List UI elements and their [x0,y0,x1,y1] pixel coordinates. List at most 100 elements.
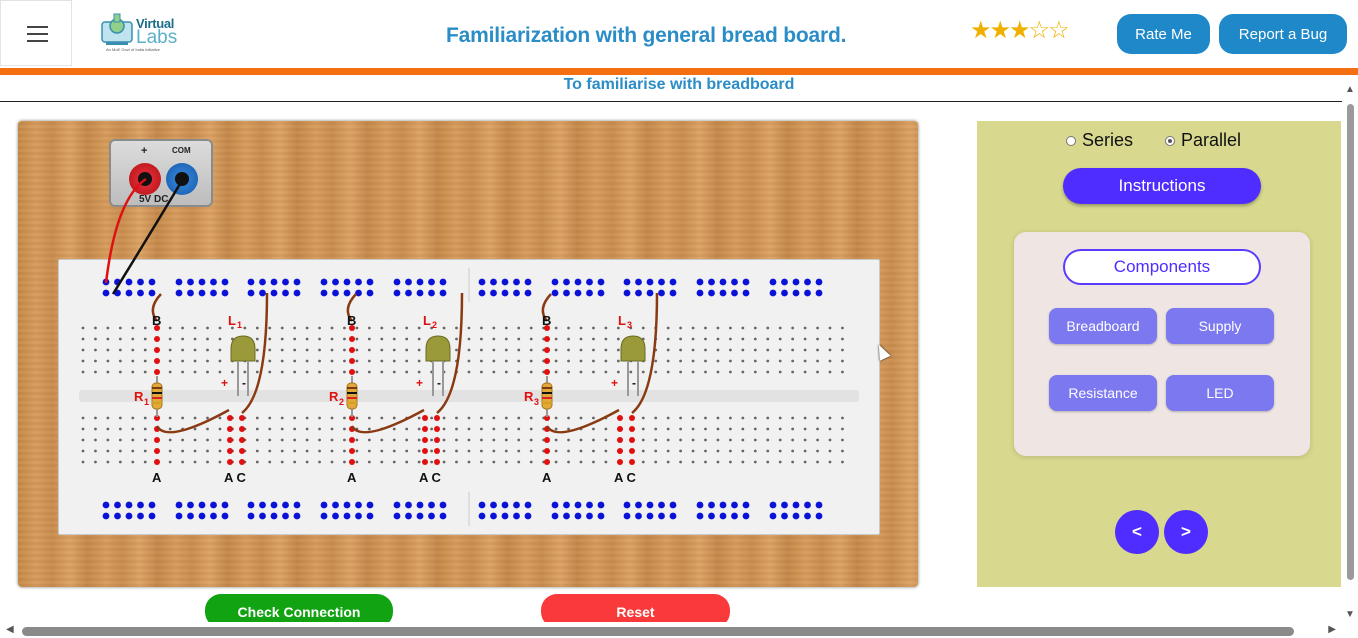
rail-hole [366,278,374,286]
logo-tagline: An MoE Govt of India Initiative [106,47,160,52]
series-radio[interactable] [1066,135,1076,146]
strip-hole [704,359,707,363]
strip-hole [778,370,782,374]
strip-hole [255,359,259,363]
strip-hole [343,359,346,363]
strip-hole [592,370,595,374]
strip-hole [467,449,471,453]
active-hole [544,448,550,454]
active-hole [349,369,355,375]
parallel-radio[interactable] [1165,135,1175,146]
strip-hole [392,438,396,442]
rate-me-button[interactable]: Rate Me [1117,14,1210,54]
strip-hole [766,449,770,453]
star-filled-icon[interactable]: ★ [990,17,1011,44]
strip-hole [417,348,421,352]
breadboard-workspace[interactable]: + COM 5V DC B L 1 + - R 1 A A C B L 2 + - R 2 A A C B L 3 + - R… [18,121,918,587]
strip-hole [305,427,309,431]
horizontal-scroll-thumb[interactable] [22,627,1294,636]
strip-hole [504,348,508,352]
circuit-layer[interactable] [18,121,918,587]
strip-hole [206,460,209,464]
rail-hole [221,512,229,520]
next-button[interactable]: > [1164,510,1208,554]
strip-hole [841,326,844,330]
rail-hole [490,512,497,520]
star-filled-icon[interactable]: ★ [1009,17,1030,44]
strip-hole [741,326,745,330]
rail-hole [781,289,788,297]
rail-hole [646,512,654,520]
rail-hole [332,501,339,509]
strip-hole [206,326,209,330]
rail-hole [148,501,156,509]
vertical-scroll-thumb[interactable] [1347,104,1354,580]
strip-hole [691,359,695,363]
strip-hole [592,416,595,420]
rail-hole [815,512,823,520]
strip-hole [691,348,695,352]
rail-hole [742,501,750,509]
report-bug-button[interactable]: Report a Bug [1219,14,1347,54]
strip-hole [467,416,471,420]
strip-hole [529,337,533,341]
scroll-down-icon[interactable]: ▼ [1345,609,1355,620]
previous-button[interactable]: < [1115,510,1159,554]
rail-hole [658,289,665,297]
strip-hole [392,337,396,341]
strip-hole [803,427,807,431]
strip-hole [181,460,185,464]
active-hole [617,459,623,465]
strip-hole [118,326,122,330]
breadboard-button[interactable]: Breadboard [1049,308,1157,344]
resistor-band [152,392,162,394]
strip-hole [255,348,259,352]
star-rating[interactable]: ★★★☆☆ [970,16,1070,45]
instructions-button[interactable]: Instructions [1063,168,1261,204]
led-button[interactable]: LED [1166,375,1274,411]
strip-hole [143,359,147,363]
strip-hole [193,370,197,374]
supply-button[interactable]: Supply [1166,308,1274,344]
strip-hole [367,359,371,363]
rail-hole [524,289,532,297]
resistance-button[interactable]: Resistance [1049,375,1157,411]
components-button[interactable]: Components [1063,249,1261,285]
star-empty-icon[interactable]: ☆ [1048,17,1069,44]
strip-hole [181,359,185,363]
rail-hole [259,278,266,286]
hamburger-menu-button[interactable] [0,0,72,66]
label-a: A [542,470,552,485]
resistor-band [152,402,162,404]
strip-hole [318,449,321,453]
series-option[interactable]: Series [1066,130,1133,151]
star-empty-icon[interactable]: ☆ [1029,17,1050,44]
scroll-up-icon[interactable]: ▲ [1345,84,1355,95]
vertical-scrollbar[interactable]: ▲ ▼ [1342,82,1358,622]
strip-hole [778,326,782,330]
active-hole [434,448,440,454]
virtual-labs-logo[interactable]: Virtual Labs An MoE Govt of India Initia… [100,10,190,58]
rail-hole [175,512,183,520]
strip-hole [268,438,272,442]
strip-hole [480,427,483,431]
rail-hole [490,289,497,297]
star-filled-icon[interactable]: ★ [970,17,991,44]
scroll-left-icon[interactable]: ◀ [6,624,14,635]
strip-hole [268,460,272,464]
strip-hole [716,326,720,330]
strip-hole [666,449,670,453]
strip-hole [442,326,446,330]
horizontal-scrollbar[interactable]: ◀ ▶ [0,622,1358,638]
strip-hole [430,449,433,453]
parallel-option[interactable]: Parallel [1165,130,1241,151]
strip-hole [392,449,396,453]
scroll-right-icon[interactable]: ▶ [1328,624,1336,635]
strip-hole [691,427,695,431]
strip-hole [567,348,570,352]
strip-hole [392,359,396,363]
strip-hole [480,370,483,374]
strip-hole [778,460,782,464]
strip-hole [305,348,309,352]
strip-hole [367,348,371,352]
